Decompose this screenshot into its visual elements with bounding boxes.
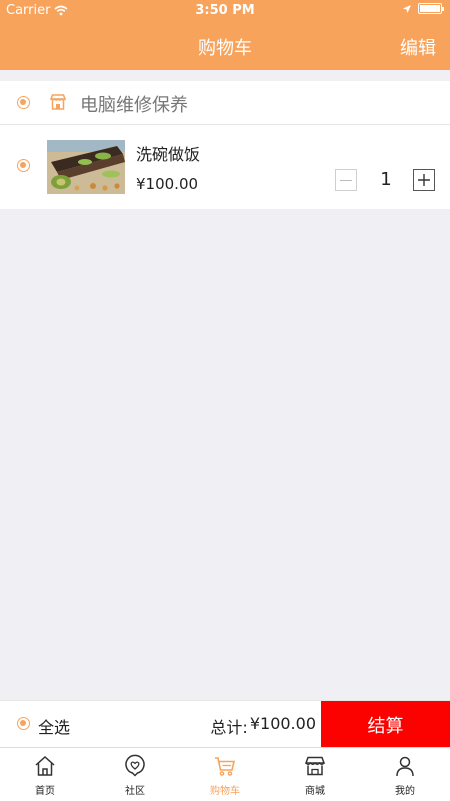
cart-item: 洗碗做饭 ¥100.00 1 [0,125,450,209]
quantity-value: 1 [380,169,392,190]
tab-community[interactable]: 社区 [90,748,180,801]
tab-bar: 首页 社区 购物车 商城 我的 [0,747,450,801]
tab-label: 我的 [395,786,415,797]
item-price: ¥100.00 [136,175,199,193]
total-price: 总计: ¥100.00 [210,714,316,738]
tab-profile[interactable]: 我的 [360,748,450,801]
tab-shop[interactable]: 商城 [270,748,360,801]
checkout-bar: 全选 总计: ¥100.00 结算 [0,700,450,748]
shop-icon [304,756,326,776]
select-all-label[interactable]: 全选 [38,714,70,738]
item-name: 洗碗做饭 [136,145,201,164]
decrease-quantity-button[interactable] [335,169,357,191]
status-right [402,3,444,14]
tab-label: 首页 [35,786,55,797]
cart-icon [215,757,236,776]
item-select-radio[interactable] [17,159,30,172]
select-all-radio[interactable] [17,717,30,730]
heart-chat-icon [125,754,145,777]
minus-icon [340,179,352,181]
total-label: 总计: [210,718,248,737]
product-image[interactable] [47,140,125,194]
page-title: 购物车 [198,38,252,59]
location-arrow-icon [403,4,411,13]
tab-label: 购物车 [210,786,240,797]
checkout-button[interactable]: 结算 [321,701,450,748]
store-select-radio[interactable] [17,96,30,109]
edit-button[interactable]: 编辑 [400,34,436,60]
user-icon [396,756,414,777]
tab-cart[interactable]: 购物车 [180,748,270,801]
battery-icon [418,3,444,14]
total-value: ¥100.00 [249,714,316,733]
increase-quantity-button[interactable] [413,169,435,191]
store-name: 电脑维修保养 [80,95,188,116]
status-time: 3:50 PM [195,3,255,18]
tab-home[interactable]: 首页 [0,748,90,801]
store-icon [49,94,67,110]
plus-icon [418,174,430,186]
nav-header: Carrier 3:50 PM 购物车 编辑 [0,0,450,70]
store-row: 电脑维修保养 [0,81,450,125]
tab-label: 商城 [305,786,325,797]
status-bar: Carrier 3:50 PM [0,0,450,22]
home-icon [35,755,55,776]
tab-label: 社区 [125,786,145,797]
